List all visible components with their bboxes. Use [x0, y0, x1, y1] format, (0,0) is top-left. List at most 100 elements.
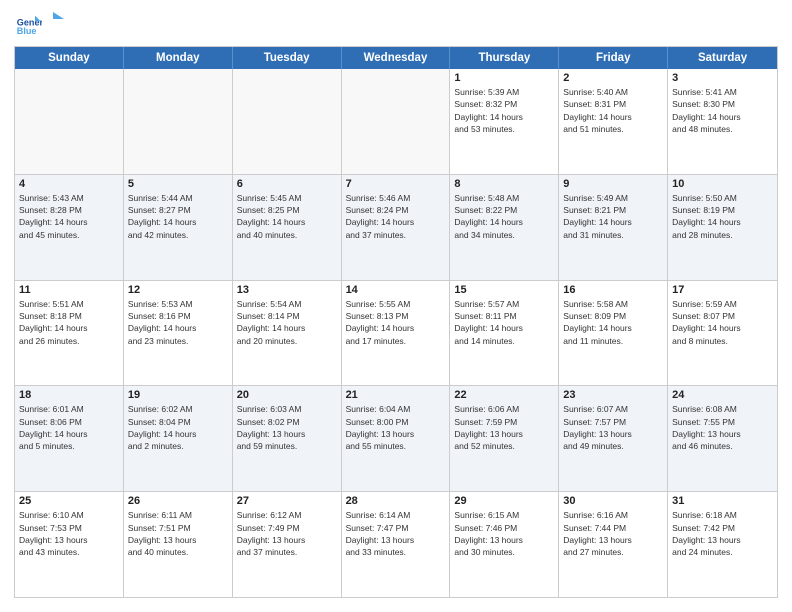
- day-info: Sunrise: 6:06 AM Sunset: 7:59 PM Dayligh…: [454, 403, 554, 452]
- day-number: 14: [346, 284, 446, 296]
- day-info: Sunrise: 5:40 AM Sunset: 8:31 PM Dayligh…: [563, 86, 663, 135]
- day-number: 5: [128, 178, 228, 190]
- day-number: 24: [672, 389, 773, 401]
- day-cell-14: 14 Sunrise: 5:55 AM Sunset: 8:13 PM Dayli…: [342, 281, 451, 386]
- day-cell-22: 22 Sunrise: 6:06 AM Sunset: 7:59 PM Dayli…: [450, 386, 559, 491]
- day-cell-4: 4Sunrise: 5:43 AM Sunset: 8:28 PM Daylig…: [15, 175, 124, 280]
- day-info: Sunrise: 6:03 AM Sunset: 8:02 PM Dayligh…: [237, 403, 337, 452]
- day-cell-27: 27Sunrise: 6:12 AM Sunset: 7:49 PM Dayli…: [233, 492, 342, 597]
- day-number: 16: [563, 284, 663, 296]
- day-number: 7: [346, 178, 446, 190]
- day-cell-5: 5Sunrise: 5:44 AM Sunset: 8:27 PM Daylig…: [124, 175, 233, 280]
- day-number: 9: [563, 178, 663, 190]
- day-number: 15: [454, 284, 554, 296]
- week-row-3: 18 Sunrise: 6:01 AM Sunset: 8:06 PM Dayli…: [15, 386, 777, 492]
- logo-icon: General Blue: [14, 10, 42, 38]
- day-number: 29: [454, 495, 554, 507]
- day-info: Sunrise: 6:01 AM Sunset: 8:06 PM Dayligh…: [19, 403, 119, 452]
- day-number: 25: [19, 495, 119, 507]
- day-number: 27: [237, 495, 337, 507]
- day-info: Sunrise: 5:54 AM Sunset: 8:14 PM Dayligh…: [237, 298, 337, 347]
- day-cell-31: 31Sunrise: 6:18 AM Sunset: 7:42 PM Dayli…: [668, 492, 777, 597]
- header-day-wednesday: Wednesday: [342, 47, 451, 69]
- day-cell-24: 24 Sunrise: 6:08 AM Sunset: 7:55 PM Dayli…: [668, 386, 777, 491]
- day-number: 18: [19, 389, 119, 401]
- svg-text:Blue: Blue: [17, 26, 37, 36]
- day-cell-8: 8 Sunrise: 5:48 AM Sunset: 8:22 PM Daylig…: [450, 175, 559, 280]
- page: General Blue SundayMondayTuesdayWednesda…: [0, 0, 792, 612]
- day-cell-20: 20 Sunrise: 6:03 AM Sunset: 8:02 PM Dayli…: [233, 386, 342, 491]
- day-cell-30: 30 Sunrise: 6:16 AM Sunset: 7:44 PM Dayli…: [559, 492, 668, 597]
- day-cell-11: 11 Sunrise: 5:51 AM Sunset: 8:18 PM Dayli…: [15, 281, 124, 386]
- header-day-friday: Friday: [559, 47, 668, 69]
- day-info: Sunrise: 6:11 AM Sunset: 7:51 PM Dayligh…: [128, 509, 228, 558]
- day-info: Sunrise: 5:50 AM Sunset: 8:19 PM Dayligh…: [672, 192, 773, 241]
- day-cell-3: 3 Sunrise: 5:41 AM Sunset: 8:30 PM Daylig…: [668, 69, 777, 174]
- empty-cell-0-3: [342, 69, 451, 174]
- week-row-0: 1 Sunrise: 5:39 AM Sunset: 8:32 PM Daylig…: [15, 69, 777, 175]
- day-cell-10: 10 Sunrise: 5:50 AM Sunset: 8:19 PM Dayli…: [668, 175, 777, 280]
- day-cell-29: 29 Sunrise: 6:15 AM Sunset: 7:46 PM Dayli…: [450, 492, 559, 597]
- day-info: Sunrise: 5:49 AM Sunset: 8:21 PM Dayligh…: [563, 192, 663, 241]
- empty-cell-0-1: [124, 69, 233, 174]
- day-cell-17: 17 Sunrise: 5:59 AM Sunset: 8:07 PM Dayli…: [668, 281, 777, 386]
- day-number: 28: [346, 495, 446, 507]
- day-info: Sunrise: 6:08 AM Sunset: 7:55 PM Dayligh…: [672, 403, 773, 452]
- day-number: 26: [128, 495, 228, 507]
- empty-cell-0-2: [233, 69, 342, 174]
- day-number: 22: [454, 389, 554, 401]
- day-cell-28: 28 Sunrise: 6:14 AM Sunset: 7:47 PM Dayli…: [342, 492, 451, 597]
- day-info: Sunrise: 5:57 AM Sunset: 8:11 PM Dayligh…: [454, 298, 554, 347]
- header: General Blue: [14, 10, 778, 38]
- day-info: Sunrise: 5:45 AM Sunset: 8:25 PM Dayligh…: [237, 192, 337, 241]
- day-number: 21: [346, 389, 446, 401]
- calendar-header: SundayMondayTuesdayWednesdayThursdayFrid…: [15, 47, 777, 69]
- day-number: 10: [672, 178, 773, 190]
- day-cell-23: 23Sunrise: 6:07 AM Sunset: 7:57 PM Dayli…: [559, 386, 668, 491]
- day-info: Sunrise: 6:14 AM Sunset: 7:47 PM Dayligh…: [346, 509, 446, 558]
- day-cell-9: 9 Sunrise: 5:49 AM Sunset: 8:21 PM Daylig…: [559, 175, 668, 280]
- calendar: SundayMondayTuesdayWednesdayThursdayFrid…: [14, 46, 778, 598]
- day-info: Sunrise: 5:39 AM Sunset: 8:32 PM Dayligh…: [454, 86, 554, 135]
- header-day-saturday: Saturday: [668, 47, 777, 69]
- day-number: 31: [672, 495, 773, 507]
- day-number: 17: [672, 284, 773, 296]
- header-day-tuesday: Tuesday: [233, 47, 342, 69]
- day-info: Sunrise: 6:04 AM Sunset: 8:00 PM Dayligh…: [346, 403, 446, 452]
- day-cell-7: 7Sunrise: 5:46 AM Sunset: 8:24 PM Daylig…: [342, 175, 451, 280]
- day-info: Sunrise: 6:16 AM Sunset: 7:44 PM Dayligh…: [563, 509, 663, 558]
- day-cell-1: 1 Sunrise: 5:39 AM Sunset: 8:32 PM Daylig…: [450, 69, 559, 174]
- day-cell-15: 15 Sunrise: 5:57 AM Sunset: 8:11 PM Dayli…: [450, 281, 559, 386]
- day-number: 23: [563, 389, 663, 401]
- week-row-1: 4Sunrise: 5:43 AM Sunset: 8:28 PM Daylig…: [15, 175, 777, 281]
- logo: General Blue: [14, 10, 64, 38]
- day-info: Sunrise: 6:15 AM Sunset: 7:46 PM Dayligh…: [454, 509, 554, 558]
- day-info: Sunrise: 5:51 AM Sunset: 8:18 PM Dayligh…: [19, 298, 119, 347]
- header-day-thursday: Thursday: [450, 47, 559, 69]
- day-number: 8: [454, 178, 554, 190]
- calendar-body: 1 Sunrise: 5:39 AM Sunset: 8:32 PM Daylig…: [15, 69, 777, 597]
- day-info: Sunrise: 5:58 AM Sunset: 8:09 PM Dayligh…: [563, 298, 663, 347]
- day-number: 13: [237, 284, 337, 296]
- day-cell-12: 12Sunrise: 5:53 AM Sunset: 8:16 PM Dayli…: [124, 281, 233, 386]
- day-info: Sunrise: 5:43 AM Sunset: 8:28 PM Dayligh…: [19, 192, 119, 241]
- day-number: 11: [19, 284, 119, 296]
- day-number: 2: [563, 72, 663, 84]
- day-info: Sunrise: 5:59 AM Sunset: 8:07 PM Dayligh…: [672, 298, 773, 347]
- day-number: 1: [454, 72, 554, 84]
- day-info: Sunrise: 5:55 AM Sunset: 8:13 PM Dayligh…: [346, 298, 446, 347]
- day-info: Sunrise: 5:48 AM Sunset: 8:22 PM Dayligh…: [454, 192, 554, 241]
- day-cell-16: 16 Sunrise: 5:58 AM Sunset: 8:09 PM Dayli…: [559, 281, 668, 386]
- day-info: Sunrise: 6:02 AM Sunset: 8:04 PM Dayligh…: [128, 403, 228, 452]
- day-number: 3: [672, 72, 773, 84]
- week-row-2: 11 Sunrise: 5:51 AM Sunset: 8:18 PM Dayli…: [15, 281, 777, 387]
- day-cell-21: 21 Sunrise: 6:04 AM Sunset: 8:00 PM Dayli…: [342, 386, 451, 491]
- day-number: 6: [237, 178, 337, 190]
- day-number: 30: [563, 495, 663, 507]
- day-number: 20: [237, 389, 337, 401]
- header-day-sunday: Sunday: [15, 47, 124, 69]
- day-number: 12: [128, 284, 228, 296]
- day-cell-6: 6 Sunrise: 5:45 AM Sunset: 8:25 PM Daylig…: [233, 175, 342, 280]
- empty-cell-0-0: [15, 69, 124, 174]
- day-info: Sunrise: 5:41 AM Sunset: 8:30 PM Dayligh…: [672, 86, 773, 135]
